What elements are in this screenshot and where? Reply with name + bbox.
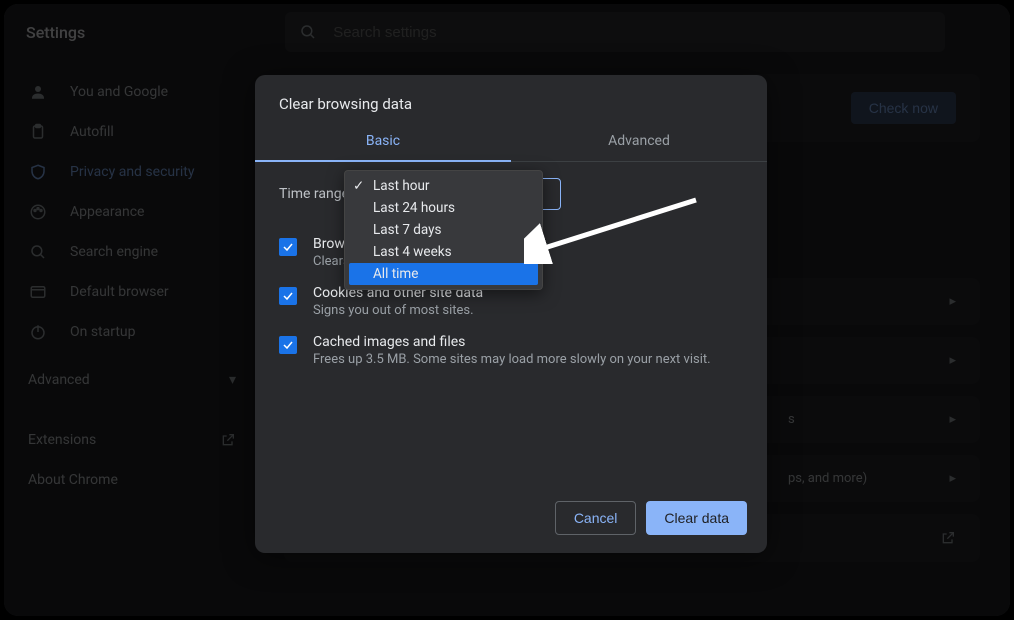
- option-cached-images[interactable]: Cached images and files Frees up 3.5 MB.…: [279, 326, 743, 375]
- sidebar-item-autofill[interactable]: Autofill: [4, 112, 260, 152]
- sidebar-item-appearance[interactable]: Appearance: [4, 192, 260, 232]
- sidebar-item-label: Appearance: [70, 204, 144, 220]
- shield-icon: [28, 163, 48, 181]
- check-now-button[interactable]: Check now: [851, 92, 956, 124]
- sidebar: You and Google Autofill Privacy and secu…: [4, 64, 260, 508]
- chevron-right-icon: ▸: [949, 294, 956, 309]
- sidebar-advanced-toggle[interactable]: Advanced ▾: [4, 360, 260, 400]
- dialog-tabs: Basic Advanced: [255, 121, 767, 162]
- tab-basic[interactable]: Basic: [255, 121, 511, 161]
- sidebar-item-label: On startup: [70, 324, 136, 340]
- open-external-icon: [940, 530, 956, 546]
- dropdown-item-label: Last 7 days: [373, 222, 442, 238]
- clear-browsing-data-dialog: Clear browsing data Basic Advanced Time …: [255, 75, 767, 553]
- sidebar-item-on-startup[interactable]: On startup: [4, 312, 260, 352]
- search-container[interactable]: [285, 12, 945, 52]
- sidebar-item-label: You and Google: [70, 84, 168, 100]
- sidebar-item-label: Autofill: [70, 124, 114, 140]
- check-icon: ✓: [353, 178, 365, 194]
- option-title: Cached images and files: [313, 334, 711, 350]
- sidebar-item-search-engine[interactable]: Search engine: [4, 232, 260, 272]
- chevron-right-icon: ▸: [949, 353, 956, 368]
- sidebar-item-label: Privacy and security: [70, 164, 194, 180]
- chevron-down-icon: ▾: [229, 372, 236, 388]
- checkbox-checked-icon[interactable]: [279, 287, 297, 305]
- time-range-label: Time range: [279, 186, 349, 202]
- sidebar-item-extensions[interactable]: Extensions: [4, 420, 260, 460]
- dropdown-item-label: Last 4 weeks: [373, 244, 452, 260]
- sidebar-item-label: About Chrome: [28, 472, 118, 488]
- sidebar-item-label: Default browser: [70, 284, 169, 300]
- search-icon: [28, 243, 48, 261]
- time-range-dropdown: ✓ Last hour Last 24 hours Last 7 days La…: [344, 170, 543, 290]
- clear-data-button[interactable]: Clear data: [646, 501, 747, 535]
- sidebar-item-privacy-security[interactable]: Privacy and security: [4, 152, 260, 192]
- sidebar-item-label: Search engine: [70, 244, 158, 260]
- sidebar-item-about-chrome[interactable]: About Chrome: [4, 460, 260, 500]
- page-title: Settings: [26, 23, 85, 42]
- checkbox-checked-icon[interactable]: [279, 336, 297, 354]
- search-input[interactable]: [333, 24, 931, 41]
- dropdown-item-label: Last hour: [373, 178, 430, 194]
- dropdown-item-label: Last 24 hours: [373, 200, 455, 216]
- dropdown-item-all-time[interactable]: All time: [349, 263, 538, 285]
- clipboard-icon: [28, 123, 48, 141]
- palette-icon: [28, 203, 48, 221]
- search-icon: [299, 23, 317, 41]
- chevron-right-icon: ▸: [949, 412, 956, 427]
- checkbox-checked-icon[interactable]: [279, 238, 297, 256]
- dropdown-item-last-hour[interactable]: ✓ Last hour: [345, 175, 542, 197]
- browser-icon: [28, 283, 48, 301]
- chevron-right-icon: ▸: [949, 471, 956, 486]
- dialog-title: Clear browsing data: [255, 75, 767, 121]
- open-external-icon: [220, 432, 236, 448]
- tab-advanced[interactable]: Advanced: [511, 121, 767, 161]
- person-icon: [28, 83, 48, 101]
- dropdown-item-label: All time: [373, 266, 418, 282]
- dropdown-item-last-4-weeks[interactable]: Last 4 weeks: [345, 241, 542, 263]
- power-icon: [28, 323, 48, 341]
- dropdown-item-last-24-hours[interactable]: Last 24 hours: [345, 197, 542, 219]
- advanced-label: Advanced: [28, 372, 90, 388]
- option-subtitle: Signs you out of most sites.: [313, 303, 483, 318]
- sidebar-item-you-and-google[interactable]: You and Google: [4, 72, 260, 112]
- sidebar-item-default-browser[interactable]: Default browser: [4, 272, 260, 312]
- dropdown-item-last-7-days[interactable]: Last 7 days: [345, 219, 542, 241]
- header: Settings: [4, 4, 1010, 60]
- cancel-button[interactable]: Cancel: [555, 501, 637, 535]
- option-subtitle: Frees up 3.5 MB. Some sites may load mor…: [313, 352, 711, 367]
- sidebar-item-label: Extensions: [28, 432, 96, 448]
